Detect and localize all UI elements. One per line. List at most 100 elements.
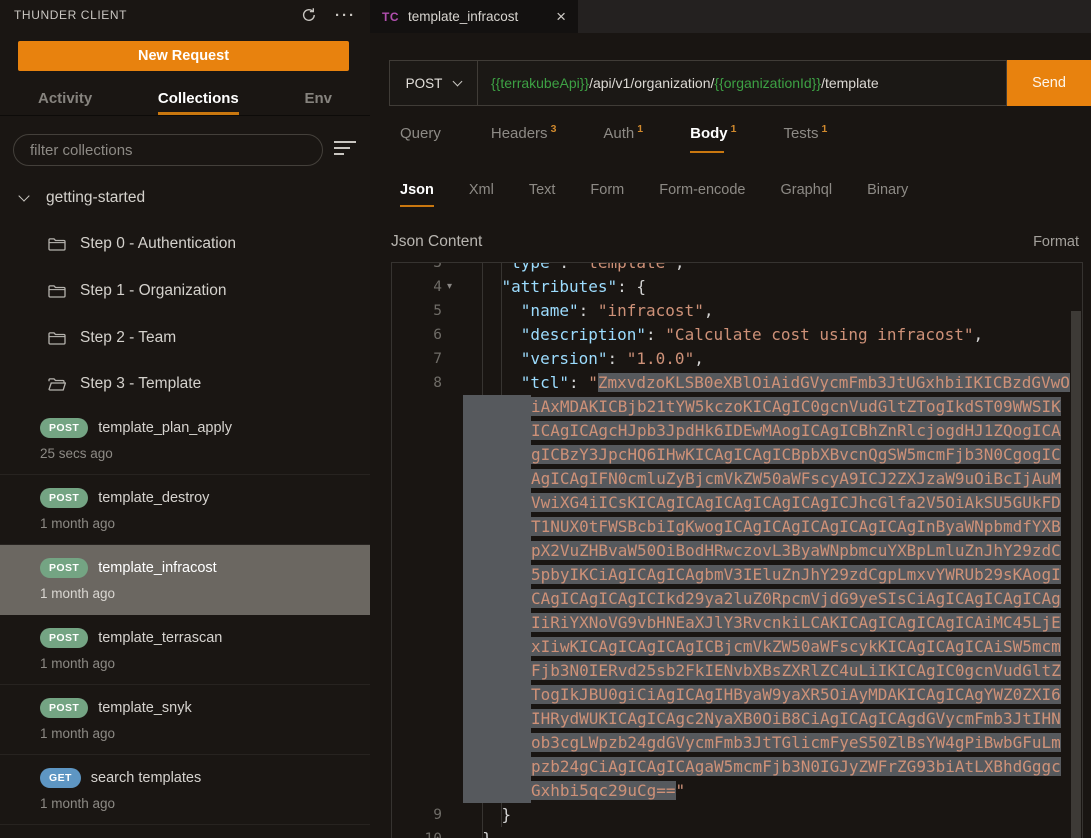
line-number: 4	[392, 275, 442, 299]
body-type-tabs: Json Xml Text Form Form-encode Graphql B…	[400, 174, 1081, 210]
code-line: AgICAgIFN0cmluZyBjcmVkZW50aWFscyA9ICJ2ZX…	[392, 467, 1082, 491]
chevron-down-icon	[453, 76, 463, 86]
json-content-label: Json Content	[391, 233, 482, 251]
request-search-templates[interactable]: GETsearch templates 1 month ago	[0, 755, 370, 825]
code-line: IiRiYXNoVG9vbHNEaXJlY3RvcnkiLCAKICAgICAg…	[392, 611, 1082, 635]
thunder-client-app: THUNDER CLIENT ··· New Request Activity …	[0, 0, 1091, 838]
folder-icon	[48, 237, 66, 252]
new-request-button[interactable]: New Request	[18, 41, 349, 71]
tab-tests[interactable]: Tests1	[783, 114, 827, 153]
request-template_destroy[interactable]: POSTtemplate_destroy 1 month ago	[0, 475, 370, 545]
folder-step-2-team[interactable]: Step 2 - Team	[0, 322, 370, 354]
line-number: 8	[392, 371, 442, 395]
code-line: xIiwKICAgICAgICAgICBjcmVkZW50aWFscykKICA…	[392, 635, 1082, 659]
method-select[interactable]: POST	[389, 60, 478, 106]
code-line: ob3cgLWpzb24gdGVycmFmb3JtTGlicmFyeS50ZlB…	[392, 731, 1082, 755]
folder-icon	[48, 284, 66, 299]
format-button[interactable]: Format	[1033, 234, 1079, 250]
line-number: 10	[392, 827, 442, 838]
code-line: 8 "tcl": "ZmxvdzoKLSB0eXBlOiAidGVycmFmb3…	[392, 371, 1082, 395]
editor-scrollbar[interactable]	[1071, 311, 1081, 838]
tab-collections[interactable]: Collections	[158, 84, 239, 115]
tab-form-encode[interactable]: Form-encode	[659, 174, 745, 210]
request-template_terrascan[interactable]: POSTtemplate_terrascan 1 month ago	[0, 615, 370, 685]
tab-headers[interactable]: Headers3	[491, 114, 557, 153]
fold-arrow-icon[interactable]: ▾	[447, 275, 452, 299]
json-editor[interactable]: 3 "type": "template",4▾ "attributes": {5…	[391, 262, 1083, 838]
tab-xml[interactable]: Xml	[469, 174, 494, 210]
collection-getting-started[interactable]: getting-started	[0, 183, 370, 213]
tab-binary[interactable]: Binary	[867, 174, 908, 210]
tab-body[interactable]: Body1	[690, 114, 736, 153]
sidebar-tabs: Activity Collections Env	[0, 84, 370, 116]
method-badge: POST	[40, 628, 88, 648]
request-url-bar: POST {{terrakubeApi}}/api/v1/organizatio…	[389, 60, 1091, 106]
filter-row	[13, 134, 360, 166]
tab-form[interactable]: Form	[590, 174, 624, 210]
line-number: 5	[392, 299, 442, 323]
request-timestamp: 1 month ago	[40, 726, 370, 741]
tab-env[interactable]: Env	[304, 84, 332, 115]
tab-json[interactable]: Json	[400, 174, 434, 210]
url-variable: {{organizationId}}	[714, 75, 821, 91]
filter-collections-input[interactable]	[13, 134, 323, 166]
code-line: 9 }	[392, 803, 1082, 827]
method-badge: GET	[40, 768, 81, 788]
code-line: VwiXG4iICsKICAgICAgICAgICAgICAgICJhcGlfa…	[392, 491, 1082, 515]
code-line: Gxhbi5qc29uCg=="	[392, 779, 1082, 803]
request-timestamp: 1 month ago	[40, 586, 370, 601]
request-timestamp: 25 secs ago	[40, 446, 370, 461]
count-badge: 1	[821, 123, 827, 135]
count-badge: 1	[637, 123, 643, 135]
json-content-bar: Json Content Format	[391, 228, 1079, 256]
sidebar-header: THUNDER CLIENT ···	[0, 0, 370, 30]
code-line: iAxMDAKICBjb21tYW5kczoKICAgIC0gcnVudGltZ…	[392, 395, 1082, 419]
close-icon[interactable]: ×	[556, 10, 566, 24]
tab-auth[interactable]: Auth1	[603, 114, 643, 153]
request-timestamp: 1 month ago	[40, 796, 370, 811]
tab-graphql[interactable]: Graphql	[781, 174, 833, 210]
url-path: /template	[821, 75, 879, 91]
tab-query[interactable]: Query	[400, 114, 444, 153]
chevron-down-icon	[18, 190, 29, 201]
folder-step-0-authentication[interactable]: Step 0 - Authentication	[0, 228, 370, 260]
code-line: 7 "version": "1.0.0",	[392, 347, 1082, 371]
panel-title: THUNDER CLIENT	[14, 8, 301, 22]
request-timestamp: 1 month ago	[40, 516, 370, 531]
folder-step-3-template[interactable]: Step 3 - Template	[0, 368, 370, 400]
thunder-client-logo-icon: TC	[382, 10, 399, 24]
folder-open-icon	[48, 377, 66, 392]
url-input[interactable]: {{terrakubeApi}}/api/v1/organization/{{o…	[478, 60, 1007, 106]
send-button[interactable]: Send	[1007, 60, 1091, 106]
sort-icon[interactable]	[334, 141, 358, 159]
url-variable: {{terrakubeApi}}	[491, 75, 589, 91]
folder-step-1-organization[interactable]: Step 1 - Organization	[0, 275, 370, 307]
code-line: CAgICAgICAgICIkd29ya2luZ0RpcmVjdG9yeSIsC…	[392, 587, 1082, 611]
code-line: Fjb3N0IERvd25sb2FkIENvbXBsZXRlZC4uLiIKIC…	[392, 659, 1082, 683]
code-line: 5 "name": "infracost",	[392, 299, 1082, 323]
refresh-icon[interactable]	[301, 7, 317, 23]
method-badge: POST	[40, 558, 88, 578]
code-line: 3 "type": "template",	[392, 262, 1082, 275]
line-number: 7	[392, 347, 442, 371]
code-line: IHRydWUKICAgICAgc2NyaXB0OiB8CiAgICAgICAg…	[392, 707, 1082, 731]
request-template_snyk[interactable]: POSTtemplate_snyk 1 month ago	[0, 685, 370, 755]
more-actions-icon[interactable]: ···	[335, 7, 356, 24]
request-template_infracost[interactable]: POSTtemplate_infracost 1 month ago	[0, 545, 370, 615]
line-number: 6	[392, 323, 442, 347]
code-lines: 3 "type": "template",4▾ "attributes": {5…	[392, 262, 1082, 838]
request-template_plan_apply[interactable]: POSTtemplate_plan_apply 25 secs ago	[0, 405, 370, 475]
count-badge: 1	[731, 123, 737, 135]
method-badge: POST	[40, 488, 88, 508]
request-editor-panel: TC template_infracost × POST {{terrakube…	[370, 0, 1091, 838]
code-line: pX2VuZHBvaW50OiBodHRwczovL3ByaWNpbmcuYXB…	[392, 539, 1082, 563]
method-badge: POST	[40, 418, 88, 438]
tab-text[interactable]: Text	[529, 174, 556, 210]
code-line: pzb24gCiAgICAgICAgaW5mcmFjb3N0IGJyZWFrZG…	[392, 755, 1082, 779]
tab-activity[interactable]: Activity	[38, 84, 92, 115]
editor-tab-template_infracost[interactable]: TC template_infracost ×	[370, 0, 578, 33]
method-badge: POST	[40, 698, 88, 718]
editor-tab-label: template_infracost	[408, 9, 547, 24]
code-line: T1NUX0tFWSBcbiIgKwogICAgICAgICAgICAgICAg…	[392, 515, 1082, 539]
request-list: POSTtemplate_plan_apply 25 secs ago POST…	[0, 405, 370, 825]
